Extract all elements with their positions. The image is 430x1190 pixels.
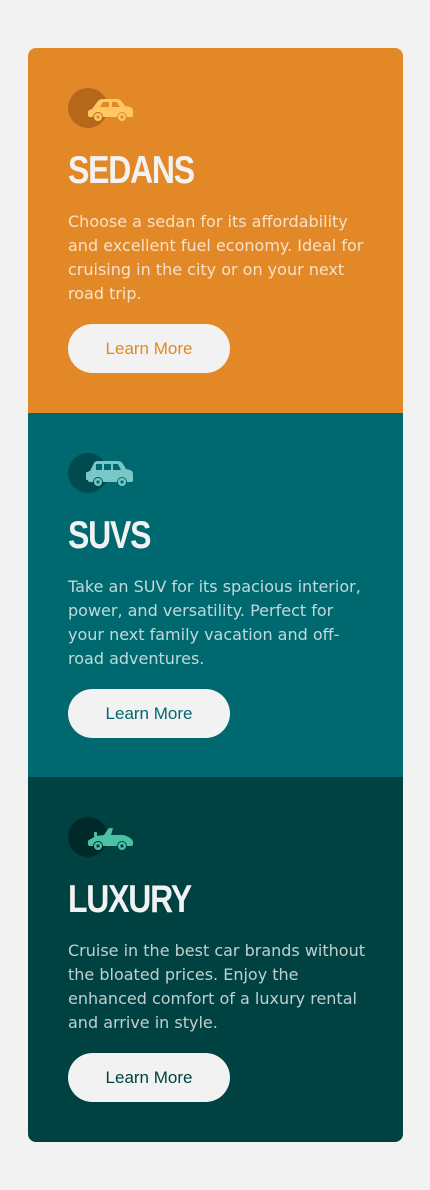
card-title: SUVS xyxy=(68,514,151,557)
cards-container: SEDANS Choose a sedan for its affordabil… xyxy=(28,48,403,1142)
sedan-car-icon xyxy=(68,88,138,128)
learn-more-button-sedans[interactable]: Learn More xyxy=(68,324,230,373)
card-sedans: SEDANS Choose a sedan for its affordabil… xyxy=(28,48,403,413)
card-luxury: LUXURY Cruise in the best car brands wit… xyxy=(28,777,403,1142)
sedan-car-svg xyxy=(88,99,133,121)
suv-car-svg xyxy=(86,461,133,486)
card-suvs: SUVS Take an SUV for its spacious interi… xyxy=(28,413,403,777)
card-title: LUXURY xyxy=(68,878,192,921)
card-description: Cruise in the best car brands without th… xyxy=(68,941,365,1032)
card-description: Choose a sedan for its affordability and… xyxy=(68,212,364,303)
learn-more-button-luxury[interactable]: Learn More xyxy=(68,1053,230,1102)
luxury-car-icon xyxy=(68,817,138,857)
card-description: Take an SUV for its spacious interior, p… xyxy=(68,577,361,668)
suv-car-icon xyxy=(68,453,138,493)
learn-more-button-suvs[interactable]: Learn More xyxy=(68,689,230,738)
luxury-car-svg xyxy=(88,828,133,850)
card-title: SEDANS xyxy=(68,149,195,192)
